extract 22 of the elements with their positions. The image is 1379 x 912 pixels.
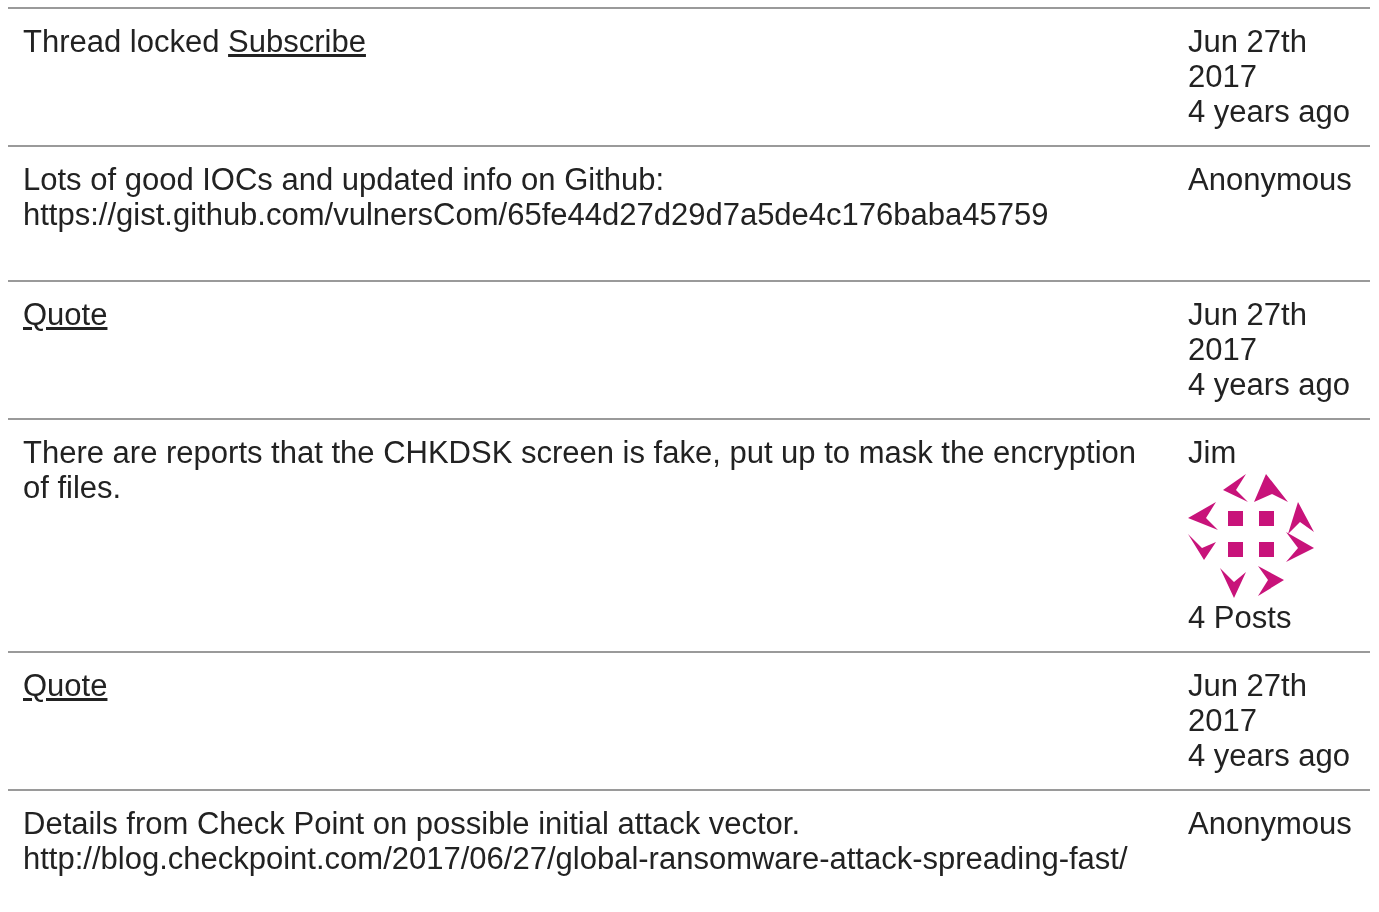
post-year: 2017 xyxy=(1188,332,1257,367)
post-date: Jun 27th xyxy=(1188,24,1307,59)
post-year: 2017 xyxy=(1188,59,1257,94)
post-age: 4 years ago xyxy=(1188,94,1350,129)
author-name: Anonymous xyxy=(1188,806,1352,841)
author-name: Jim xyxy=(1188,435,1237,470)
link[interactable]: Quote xyxy=(23,668,108,703)
link[interactable]: Subscribe xyxy=(228,24,366,59)
post-age: 4 years ago xyxy=(1188,738,1350,773)
post-text: Lots of good IOCs and updated info on Github: xyxy=(23,162,666,197)
link[interactable]: Quote xyxy=(23,297,108,332)
post-year: 2017 xyxy=(1188,703,1257,738)
post-text: http://blog.checkpoint.com/2017/06/27/global-ransomware-attack-spreading-fast/ xyxy=(23,841,1129,876)
post-text: There are reports that the CHKDSK screen is fake, put up to mask the encryption of files. xyxy=(23,435,1138,505)
status-text: Thread locked xyxy=(23,24,220,59)
post-date: Jun 27th xyxy=(1188,668,1307,703)
author-name: Anonymous xyxy=(1188,162,1352,197)
post-age: 4 years ago xyxy=(1188,367,1350,402)
post-count: 4 Posts xyxy=(1188,600,1292,635)
post-date: Jun 27th xyxy=(1188,297,1307,332)
post-text: Details from Check Point on possible initial attack vector. xyxy=(23,806,802,841)
post-text: https://gist.github.com/vulnersCom/65fe44d27d29d7a5de4c176baba45759 xyxy=(23,197,1050,232)
